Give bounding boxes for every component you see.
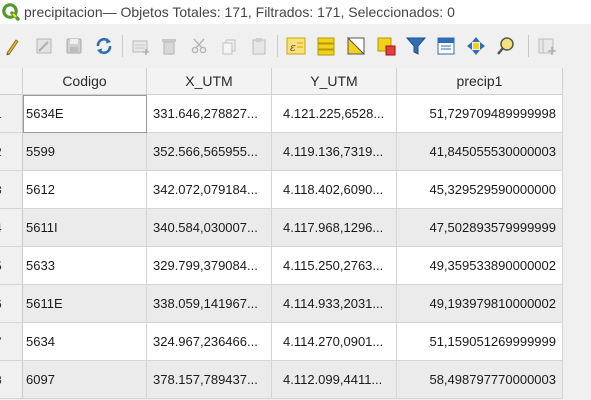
cell-precip1[interactable]: 58,498797770000003 [397, 361, 563, 399]
filter-icon[interactable] [404, 34, 428, 58]
cell-precip1[interactable]: 47,502893579999999 [397, 209, 563, 247]
add-feature-icon[interactable] [129, 34, 153, 58]
table-row[interactable]: 8 6097 378.157,789437... 4.112.099,4411.… [0, 361, 563, 399]
table-row[interactable]: 2 5599 352.566,565955... 4.119.136,7319.… [0, 133, 563, 171]
cell-precip1[interactable]: 49,359533890000002 [397, 247, 563, 285]
expression-select-icon[interactable]: ε [284, 34, 308, 58]
column-header-codigo[interactable]: Codigo [23, 68, 147, 94]
edit-pencil-icon[interactable] [0, 34, 24, 58]
row-number[interactable]: 3 [0, 171, 23, 209]
cell-y-utm[interactable]: 4.115.250,2763... [272, 247, 397, 285]
move-selection-top-icon[interactable] [434, 34, 458, 58]
cell-precip1[interactable]: 51,729709489999998 [397, 95, 563, 133]
cell-precip1[interactable]: 45,329529590000000 [397, 171, 563, 209]
cell-y-utm[interactable]: 4.114.933,2031... [272, 285, 397, 323]
column-header-x-utm[interactable]: X_UTM [147, 68, 272, 94]
row-number[interactable]: 6 [0, 285, 23, 323]
row-number[interactable]: 8 [0, 361, 23, 399]
cell-codigo[interactable]: 5634E [23, 95, 147, 133]
attribute-table[interactable]: Codigo X_UTM Y_UTM precip1 1 5634E 331.6… [0, 68, 591, 400]
cell-codigo[interactable]: 5612 [23, 171, 147, 209]
column-header-y-utm[interactable]: Y_UTM [272, 68, 397, 94]
row-number[interactable]: 7 [0, 323, 23, 361]
table-row[interactable]: 1 5634E 331.646,278827... 4.121.225,6528… [0, 95, 563, 133]
cell-codigo[interactable]: 5633 [23, 247, 147, 285]
multi-edit-icon[interactable] [32, 34, 56, 58]
row-number[interactable]: 5 [0, 247, 23, 285]
cell-codigo[interactable]: 5611E [23, 285, 147, 323]
cut-icon[interactable] [187, 34, 211, 58]
cell-y-utm[interactable]: 4.119.136,7319... [272, 133, 397, 171]
toolbar-separator [277, 35, 278, 57]
delete-feature-icon[interactable] [157, 34, 181, 58]
row-number[interactable]: 2 [0, 133, 23, 171]
row-number[interactable]: 1 [0, 95, 23, 133]
new-field-icon[interactable] [535, 34, 559, 58]
toolbar-separator [122, 35, 123, 57]
window-title: precipitacion— Objetos Totales: 171, Fil… [24, 4, 455, 20]
attribute-table-toolbar: ε [0, 24, 591, 68]
save-edits-icon[interactable] [62, 34, 86, 58]
cell-x-utm[interactable]: 331.646,278827... [147, 95, 272, 133]
cell-precip1[interactable]: 51,159051269999999 [397, 323, 563, 361]
select-all-icon[interactable] [314, 34, 338, 58]
invert-selection-icon[interactable] [344, 34, 368, 58]
cell-codigo[interactable]: 5634 [23, 323, 147, 361]
table-header: Codigo X_UTM Y_UTM precip1 [0, 68, 563, 95]
table-row[interactable]: 3 5612 342.072,079184... 4.118.402,6090.… [0, 171, 563, 209]
cell-y-utm[interactable]: 4.121.225,6528... [272, 95, 397, 133]
copy-icon[interactable] [217, 34, 241, 58]
corner-header[interactable] [0, 68, 23, 94]
svg-text:ε: ε [290, 41, 296, 54]
cell-x-utm[interactable]: 324.967,236466... [147, 323, 272, 361]
reload-icon[interactable] [92, 34, 116, 58]
pan-to-selection-icon[interactable] [464, 34, 488, 58]
cell-codigo[interactable]: 5599 [23, 133, 147, 171]
cell-codigo[interactable]: 5611I [23, 209, 147, 247]
zoom-to-selection-icon[interactable] [494, 34, 518, 58]
title-bar: precipitacion— Objetos Totales: 171, Fil… [0, 0, 591, 24]
cell-y-utm[interactable]: 4.117.968,1296... [272, 209, 397, 247]
cell-x-utm[interactable]: 338.059,141967... [147, 285, 272, 323]
cell-x-utm[interactable]: 378.157,789437... [147, 361, 272, 399]
cell-x-utm[interactable]: 340.584,030007... [147, 209, 272, 247]
table-row[interactable]: 4 5611I 340.584,030007... 4.117.968,1296… [0, 209, 563, 247]
cell-x-utm[interactable]: 342.072,079184... [147, 171, 272, 209]
cell-y-utm[interactable]: 4.118.402,6090... [272, 171, 397, 209]
cell-y-utm[interactable]: 4.114.270,0901... [272, 323, 397, 361]
cell-x-utm[interactable]: 352.566,565955... [147, 133, 272, 171]
cell-precip1[interactable]: 49,193979810000002 [397, 285, 563, 323]
row-number[interactable]: 4 [0, 209, 23, 247]
cell-y-utm[interactable]: 4.112.099,4411... [272, 361, 397, 399]
column-header-precip1[interactable]: precip1 [397, 68, 563, 94]
paste-icon[interactable] [247, 34, 271, 58]
table-row[interactable]: 5 5633 329.799,379084... 4.115.250,2763.… [0, 247, 563, 285]
toolbar-separator [528, 35, 529, 57]
qgis-logo-icon [2, 3, 20, 21]
cell-x-utm[interactable]: 329.799,379084... [147, 247, 272, 285]
deselect-icon[interactable] [374, 34, 398, 58]
cell-codigo[interactable]: 6097 [23, 361, 147, 399]
cell-precip1[interactable]: 41,845055530000003 [397, 133, 563, 171]
table-row[interactable]: 6 5611E 338.059,141967... 4.114.933,2031… [0, 285, 563, 323]
table-row[interactable]: 7 5634 324.967,236466... 4.114.270,0901.… [0, 323, 563, 361]
